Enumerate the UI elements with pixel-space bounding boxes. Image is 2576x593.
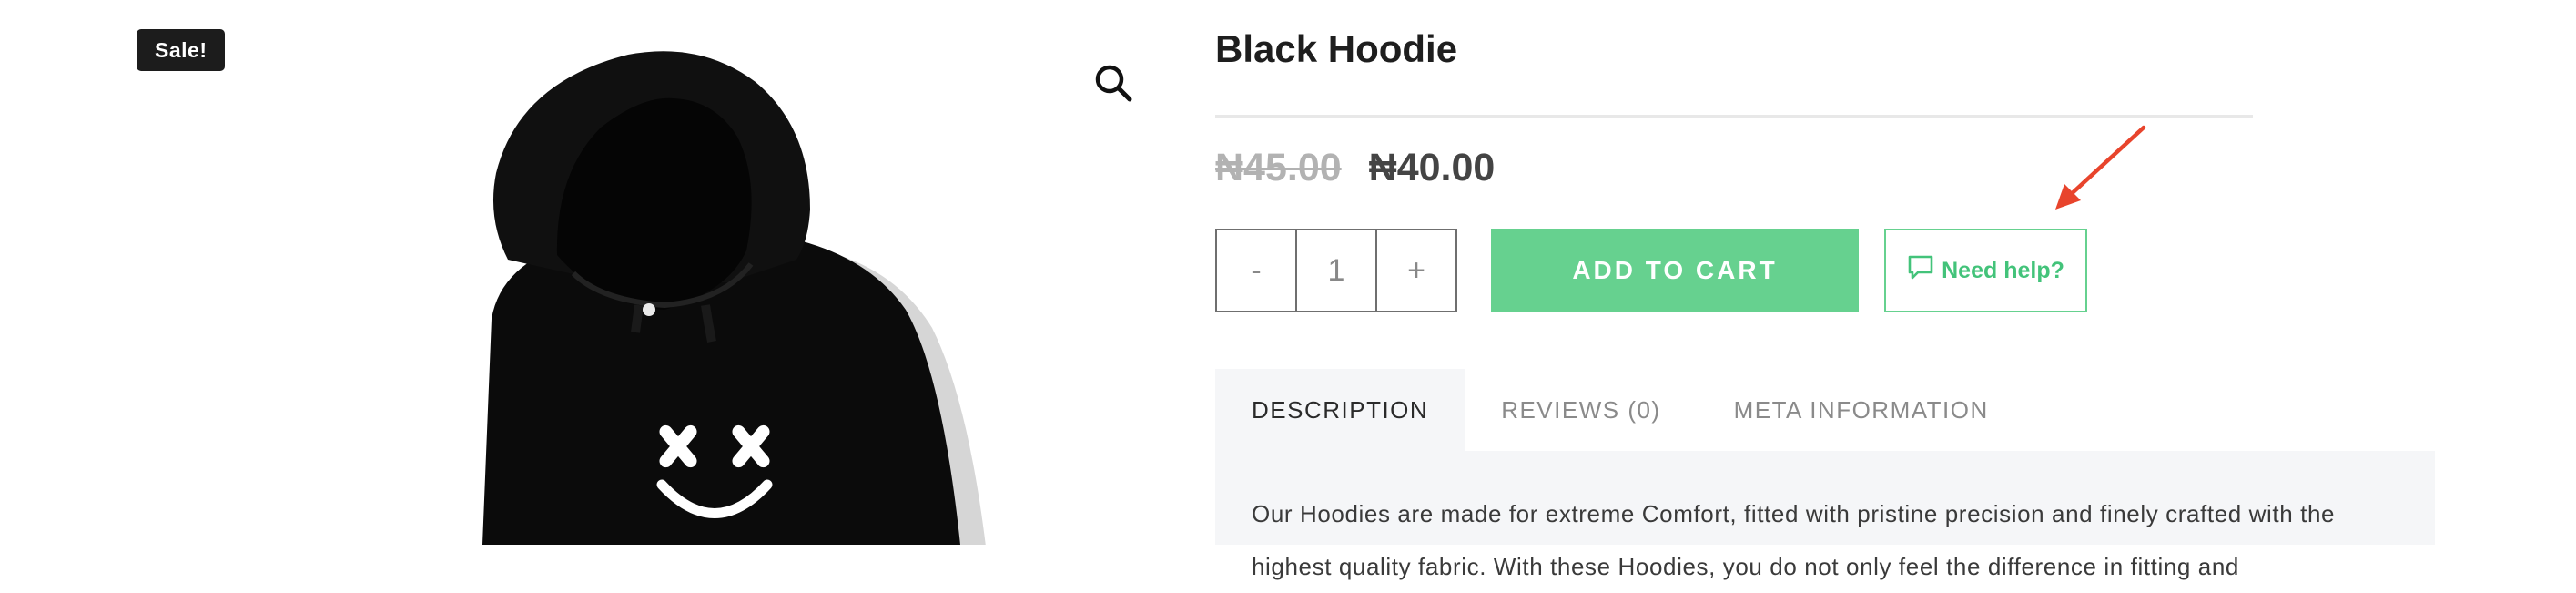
sale-price: ₦40.00	[1368, 146, 1496, 189]
description-text: Our Hoodies are made for extreme Comfort…	[1252, 500, 2336, 580]
regular-price: ₦45.00	[1215, 146, 1342, 189]
tab-description[interactable]: DESCRIPTION	[1215, 369, 1465, 451]
sale-badge: Sale!	[137, 29, 226, 71]
product-title: Black Hoodie	[1215, 27, 1458, 70]
need-help-button[interactable]: Need help?	[1884, 229, 2087, 312]
quantity-input[interactable]	[1295, 229, 1377, 312]
annotation-arrow-icon	[2055, 125, 2146, 210]
product-summary: Black Hoodie ₦45.00 ₦40.00 - + ADD TO CAR…	[1215, 0, 2544, 580]
chat-bubble-icon	[1908, 255, 1933, 280]
tab-meta-information[interactable]: META INFORMATION	[1698, 369, 2025, 451]
quantity-decrease-button[interactable]: -	[1215, 229, 1297, 312]
quantity-increase-button[interactable]: +	[1375, 229, 1457, 312]
product-tabs: DESCRIPTION REVIEWS (0) META INFORMATION	[1215, 369, 2025, 451]
add-to-cart-button[interactable]: ADD TO CART	[1491, 229, 1859, 312]
product-gallery: Sale!	[0, 0, 1183, 545]
tab-reviews[interactable]: REVIEWS (0)	[1465, 369, 1697, 451]
product-price: ₦45.00 ₦40.00	[1215, 146, 1495, 190]
title-divider	[1215, 115, 2253, 118]
search-icon[interactable]	[1092, 62, 1134, 104]
product-image[interactable]	[300, 46, 992, 545]
need-help-label: Need help?	[1942, 257, 2064, 283]
quantity-stepper: - +	[1215, 229, 1457, 312]
tab-panel-description: Our Hoodies are made for extreme Comfort…	[1215, 451, 2435, 580]
